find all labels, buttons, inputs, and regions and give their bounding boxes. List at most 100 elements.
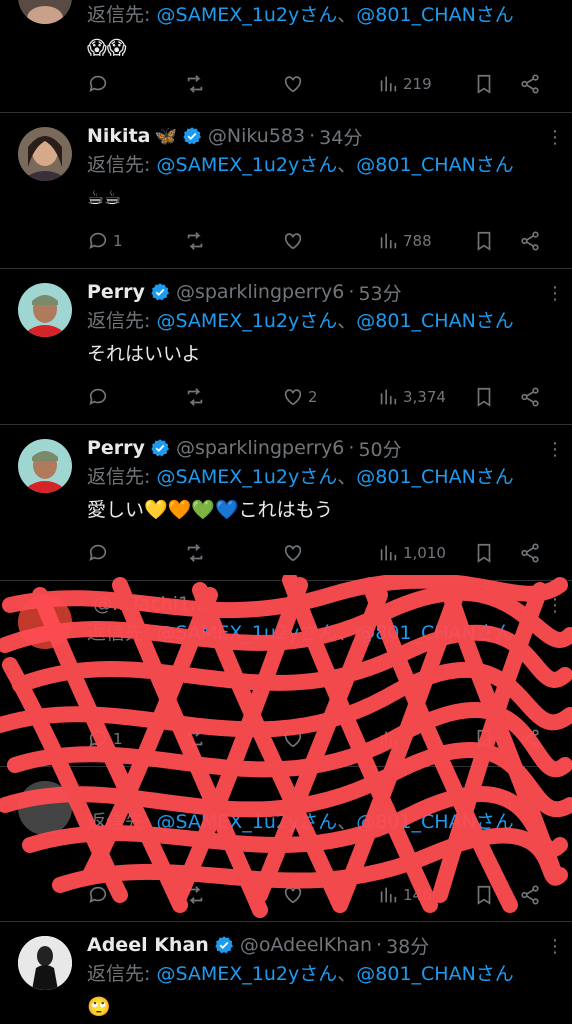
- reply-prefix: 返信先:: [87, 4, 157, 26]
- display-name[interactable]: Perry: [87, 437, 145, 459]
- display-name[interactable]: Perry: [87, 281, 145, 303]
- action-bar: 219: [87, 69, 554, 99]
- views-button[interactable]: 1,010: [377, 538, 446, 568]
- timestamp[interactable]: 38分: [386, 932, 429, 959]
- bookmark-button[interactable]: [473, 880, 495, 910]
- mention-link[interactable]: @SAMEX_1u2yさん: [156, 963, 337, 985]
- more-options-icon[interactable]: ⋮: [546, 127, 564, 148]
- timestamp[interactable]: 50分: [358, 435, 401, 462]
- tweet-header: Perry @sparklingperry6 · 53分: [87, 278, 556, 306]
- share-button[interactable]: [519, 226, 541, 256]
- bookmark-button[interactable]: [473, 226, 495, 256]
- share-button[interactable]: [519, 382, 541, 412]
- reply-button[interactable]: [87, 880, 113, 910]
- mention-link[interactable]: @SAMEX_1u2yさん: [156, 811, 337, 833]
- tweet-0[interactable]: 返信先: @SAMEX_1u2yさん、@801_CHANさん 😱😱 219: [0, 0, 572, 113]
- reply-button[interactable]: [87, 538, 113, 568]
- display-name[interactable]: Adeel Khan: [87, 934, 209, 956]
- display-name[interactable]: Nikita: [87, 125, 150, 147]
- mention-link[interactable]: @801_CHANさん: [356, 154, 514, 176]
- user-handle[interactable]: @...Tachi1...: [93, 593, 208, 615]
- heart-button[interactable]: [282, 880, 308, 910]
- timestamp[interactable]: 34分: [319, 123, 362, 150]
- share-button[interactable]: [519, 538, 541, 568]
- retweet-icon: [187, 730, 203, 748]
- mention-link[interactable]: @SAMEX_1u2yさん: [156, 4, 337, 26]
- reply-button[interactable]: 1: [87, 724, 123, 754]
- separator: 、: [337, 963, 357, 985]
- user-handle[interactable]: @sparklingperry6: [176, 437, 344, 459]
- avatar[interactable]: [18, 781, 72, 835]
- retweet-button[interactable]: [184, 724, 210, 754]
- tweet-text: 🙄: [87, 996, 111, 1018]
- timestamp[interactable]: 53分: [358, 279, 401, 306]
- tweet-1[interactable]: Nikita 🦋 @Niku583 · 34分 返信先: @SAMEX_1u2y…: [0, 113, 572, 269]
- share-button[interactable]: [519, 69, 541, 99]
- mention-link[interactable]: @SAMEX_1u2yさん: [156, 622, 337, 644]
- heart-button[interactable]: [282, 538, 308, 568]
- separator: 、: [337, 622, 357, 644]
- more-options-icon[interactable]: ⋮: [546, 283, 564, 304]
- reply-button[interactable]: [87, 69, 113, 99]
- share-button[interactable]: [519, 880, 541, 910]
- tweet-header: Adeel Khan @oAdeelKhan · 38分: [87, 931, 556, 959]
- retweet-button[interactable]: [184, 69, 210, 99]
- mention-link[interactable]: @801_CHANさん: [356, 310, 514, 332]
- mention-link[interactable]: @SAMEX_1u2yさん: [156, 154, 337, 176]
- user-handle[interactable]: @sparklingperry6: [176, 281, 344, 303]
- avatar[interactable]: [18, 936, 72, 990]
- views-button[interactable]: 788: [377, 226, 432, 256]
- reply-button[interactable]: 1: [87, 226, 123, 256]
- tweet-4[interactable]: @...Tachi1... 返信先: @SAMEX_1u2yさん、@801_CH…: [0, 581, 572, 767]
- retweet-button[interactable]: [184, 226, 210, 256]
- mention-link[interactable]: @SAMEX_1u2yさん: [156, 310, 337, 332]
- mention-link[interactable]: @801_CHANさん: [356, 466, 514, 488]
- avatar[interactable]: [18, 283, 72, 337]
- more-options-icon[interactable]: ⋮: [546, 595, 564, 616]
- tweet-3[interactable]: Perry @sparklingperry6 · 50分 返信先: @SAMEX…: [0, 425, 572, 581]
- bookmark-button[interactable]: [473, 69, 495, 99]
- heart-button[interactable]: [282, 724, 308, 754]
- mention-link[interactable]: @801_CHANさん: [356, 622, 514, 644]
- heart-button[interactable]: [282, 69, 308, 99]
- retweet-icon: [187, 75, 203, 93]
- more-options-icon[interactable]: ⋮: [546, 439, 564, 460]
- views-icon: [380, 731, 397, 747]
- avatar[interactable]: [18, 595, 72, 649]
- avatar[interactable]: [18, 439, 72, 493]
- views-button[interactable]: 3,374: [377, 382, 446, 412]
- tweet-2[interactable]: Perry @sparklingperry6 · 53分 返信先: @SAMEX…: [0, 269, 572, 425]
- avatar[interactable]: [18, 0, 72, 24]
- views-button[interactable]: 146: [377, 880, 432, 910]
- tweet-text: 愛しい💛🧡💚💙これはもう: [87, 499, 334, 521]
- retweet-button[interactable]: [184, 382, 210, 412]
- views-button[interactable]: 219: [377, 69, 432, 99]
- bookmark-button[interactable]: [473, 382, 495, 412]
- tweet-6[interactable]: Adeel Khan @oAdeelKhan · 38分 返信先: @SAMEX…: [0, 922, 572, 1024]
- tweet-text: ☕☕: [87, 187, 122, 209]
- verified-badge-icon: [151, 439, 169, 457]
- mention-link[interactable]: @SAMEX_1u2yさん: [156, 466, 337, 488]
- avatar[interactable]: [18, 127, 72, 181]
- mention-link[interactable]: @801_CHANさん: [356, 963, 514, 985]
- reply-button[interactable]: [87, 382, 113, 412]
- mention-link[interactable]: @801_CHANさん: [356, 4, 514, 26]
- heart-button[interactable]: 2: [282, 382, 318, 412]
- heart-icon: [284, 389, 302, 406]
- reply-to-line: 返信先: @SAMEX_1u2yさん、@801_CHANさん: [87, 462, 556, 493]
- bookmark-button[interactable]: [473, 538, 495, 568]
- views-button[interactable]: [377, 724, 403, 754]
- share-icon: [521, 231, 539, 251]
- user-handle[interactable]: @Niku583: [208, 125, 305, 147]
- share-button[interactable]: [519, 724, 541, 754]
- bookmark-button[interactable]: [473, 724, 495, 754]
- share-icon: [521, 74, 539, 94]
- more-options-icon[interactable]: ⋮: [546, 936, 564, 957]
- heart-button[interactable]: [282, 226, 308, 256]
- user-handle[interactable]: @oAdeelKhan: [240, 934, 372, 956]
- reply-icon: [89, 75, 107, 92]
- mention-link[interactable]: @801_CHANさん: [356, 811, 514, 833]
- tweet-5[interactable]: 返信先: @SAMEX_1u2yさん、@801_CHANさん 146: [0, 767, 572, 922]
- retweet-button[interactable]: [184, 880, 210, 910]
- retweet-button[interactable]: [184, 538, 210, 568]
